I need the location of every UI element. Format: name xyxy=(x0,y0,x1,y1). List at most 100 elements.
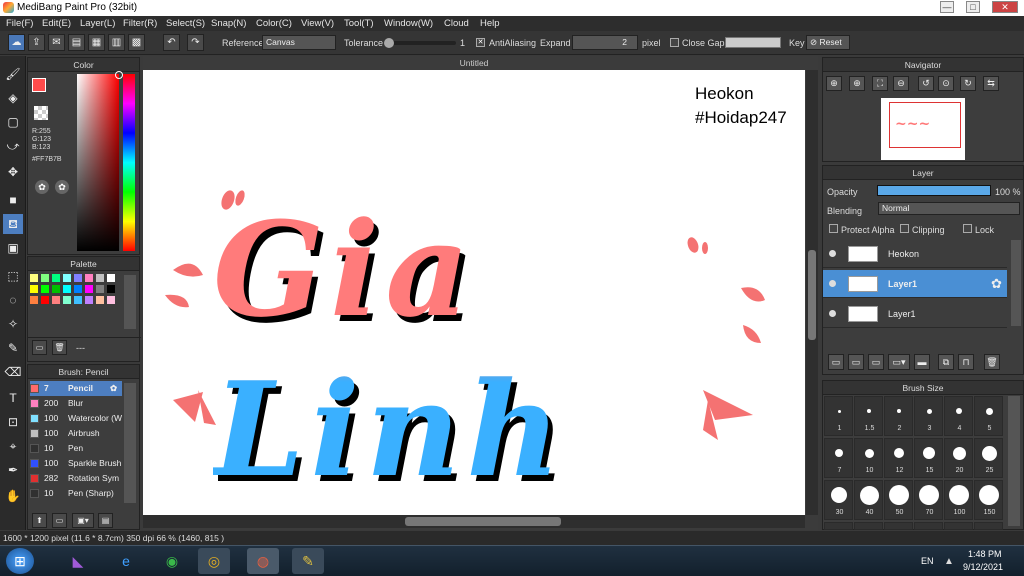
bucket-tool-icon[interactable]: ⛾ xyxy=(3,214,23,234)
document-canvas[interactable]: Heokon #Hoidap247 Gia Linh xyxy=(143,70,805,515)
lasso-tool-icon[interactable]: ◌ xyxy=(3,290,23,310)
minimize-button[interactable]: — xyxy=(940,1,954,13)
layer-scrollbar[interactable] xyxy=(1011,240,1021,326)
zoom-in-icon[interactable]: ⊕ xyxy=(826,76,842,91)
new-layer-icon[interactable]: ▭ xyxy=(828,354,844,370)
palette-swatch[interactable] xyxy=(41,285,49,293)
comment-icon[interactable]: ✉ xyxy=(48,34,65,51)
palette-swatch[interactable] xyxy=(107,274,115,282)
blending-select[interactable]: Normal xyxy=(878,202,1020,215)
layer-row[interactable]: Heokon xyxy=(823,240,1007,268)
brush-size-cell[interactable]: 5 xyxy=(974,396,1003,436)
layer-visibility-icon[interactable] xyxy=(829,250,836,257)
undo-icon[interactable]: ↶ xyxy=(163,34,180,51)
clock-date[interactable]: 9/12/2021 xyxy=(963,562,1003,572)
palette-swatch[interactable] xyxy=(63,285,71,293)
menu-window[interactable]: Window(W) xyxy=(384,18,433,29)
menu-color[interactable]: Color(C) xyxy=(256,18,292,29)
document-icon[interactable]: ▦ xyxy=(88,34,105,51)
coccoc-icon[interactable]: ◉ xyxy=(156,548,188,574)
layer-settings-gear-icon[interactable]: ✿ xyxy=(991,276,1002,292)
close-button[interactable]: ✕ xyxy=(992,1,1018,13)
pen-tool-icon[interactable]: ✒ xyxy=(3,460,23,480)
palette-swatch[interactable] xyxy=(85,274,93,282)
brush-item[interactable]: 200 Blur xyxy=(30,396,122,411)
antialias-checkbox[interactable]: ✕ xyxy=(476,38,485,47)
brush-item[interactable]: 100 Airbrush xyxy=(30,426,122,441)
brush-size-cell[interactable] xyxy=(824,522,853,530)
select-eraser-tool-icon[interactable]: ⌫ xyxy=(3,362,23,382)
color-cursor[interactable] xyxy=(115,71,123,79)
hue-slider[interactable] xyxy=(123,74,135,251)
brush-size-cell[interactable]: 7 xyxy=(824,438,853,478)
palette-swatch[interactable] xyxy=(63,296,71,304)
menu-tool[interactable]: Tool(T) xyxy=(344,18,374,29)
canvas-horizontal-scrollbar[interactable] xyxy=(143,515,805,528)
select-rect-tool-icon[interactable]: ⬚ xyxy=(3,266,23,286)
transparent-color-swatch[interactable] xyxy=(34,106,48,120)
palette-swatch[interactable] xyxy=(41,296,49,304)
menu-cloud[interactable]: Cloud xyxy=(444,18,469,29)
tolerance-slider[interactable] xyxy=(384,38,456,48)
palette-swatch[interactable] xyxy=(107,285,115,293)
new-brush-icon[interactable]: ▭ xyxy=(52,513,67,528)
flip-icon[interactable]: ⇆ xyxy=(983,76,999,91)
palette-swatch[interactable] xyxy=(74,296,82,304)
brush-size-cell[interactable]: 12 xyxy=(884,438,913,478)
brush-size-cell[interactable]: 1 xyxy=(824,396,853,436)
eraser-tool-icon[interactable]: ◈ xyxy=(3,88,23,108)
rotate-right-icon[interactable]: ↻ xyxy=(960,76,976,91)
gradient-tool-icon[interactable]: ▣ xyxy=(3,238,23,258)
magic-wand-tool-icon[interactable]: ✧ xyxy=(3,314,23,334)
palette-swatch[interactable] xyxy=(52,296,60,304)
vertical-scroll-thumb[interactable] xyxy=(808,250,816,340)
delete-palette-icon[interactable]: 🗑 xyxy=(52,340,67,355)
brush-size-cell[interactable] xyxy=(914,522,943,530)
menu-filter[interactable]: Filter(R) xyxy=(123,18,157,29)
brush-size-cell[interactable] xyxy=(884,522,913,530)
zoom-plus-icon[interactable]: ⊕ xyxy=(849,76,865,91)
color-picker-icon[interactable]: ✿ xyxy=(55,180,69,194)
layer-row[interactable]: Layer1 xyxy=(823,300,1007,328)
navigator-preview[interactable]: ~~~ xyxy=(881,98,965,160)
new-palette-icon[interactable]: ▭ xyxy=(32,340,47,355)
palette-swatch[interactable] xyxy=(96,296,104,304)
menu-select[interactable]: Select(S) xyxy=(166,18,205,29)
brush-size-cell[interactable]: 20 xyxy=(944,438,973,478)
rotate-left-icon[interactable]: ↺ xyxy=(918,76,934,91)
saturation-brightness-field[interactable] xyxy=(77,71,123,251)
brush-scrollbar[interactable] xyxy=(124,383,136,503)
palette-swatch[interactable] xyxy=(52,274,60,282)
move-tool-icon[interactable]: ✥ xyxy=(3,162,23,182)
maximize-button[interactable]: □ xyxy=(966,1,980,13)
palette-swatch[interactable] xyxy=(85,296,93,304)
add-layer-menu-icon[interactable]: ▭▾ xyxy=(888,354,910,370)
grid-icon[interactable]: ▩ xyxy=(128,34,145,51)
palette-swatch[interactable] xyxy=(52,285,60,293)
divide-tool-icon[interactable]: ⊡ xyxy=(3,412,23,432)
clipping-checkbox[interactable] xyxy=(900,224,909,233)
brush-size-cell[interactable]: 70 xyxy=(914,480,943,520)
duplicate-layer-icon[interactable]: ⧉ xyxy=(938,354,954,370)
layer-visibility-icon[interactable] xyxy=(829,310,836,317)
brush-item[interactable]: 100 Sparkle Brush xyxy=(30,456,122,471)
text-tool-icon[interactable]: T xyxy=(3,388,23,408)
brush-size-cell[interactable]: 1.5 xyxy=(854,396,883,436)
brush-size-cell[interactable]: 40 xyxy=(854,480,883,520)
curve-tool-icon[interactable]: ⤻ xyxy=(3,136,23,156)
menu-layer[interactable]: Layer(L) xyxy=(80,18,115,29)
paint-icon[interactable]: ✎ xyxy=(292,548,324,574)
chrome-icon[interactable]: ◎ xyxy=(198,548,230,574)
merge-layer-icon[interactable]: ⊓ xyxy=(958,354,974,370)
palette-swatch[interactable] xyxy=(96,274,104,282)
brush-size-cell[interactable] xyxy=(944,522,973,530)
clock-time[interactable]: 1:48 PM xyxy=(968,549,1002,559)
palette-swatch[interactable] xyxy=(85,285,93,293)
brush-item[interactable]: 10 Pen (Sharp) xyxy=(30,486,122,501)
start-button-icon[interactable]: ⊞ xyxy=(6,548,34,574)
palette-icon[interactable]: ✿ xyxy=(35,180,49,194)
redo-icon[interactable]: ↷ xyxy=(187,34,204,51)
brush-tool-icon[interactable]: 🖌 xyxy=(3,64,23,84)
brush-size-cell[interactable]: 3 xyxy=(914,396,943,436)
brush-size-scrollbar[interactable] xyxy=(1008,396,1020,526)
